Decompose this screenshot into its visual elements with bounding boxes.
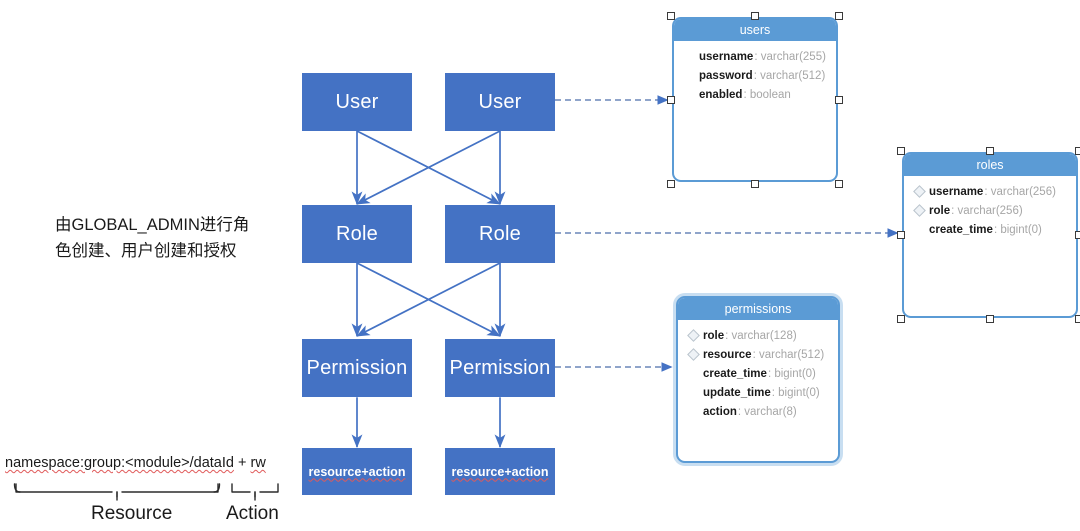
flow-node-resource-action-right[interactable]: resource+action <box>445 448 555 495</box>
selection-handle-n[interactable] <box>986 147 994 155</box>
db-field-type: : bigint(0) <box>993 223 1042 236</box>
db-field-name: role <box>929 204 951 217</box>
selection-handle-s[interactable] <box>751 180 759 188</box>
flow-node-label: resource+action <box>451 464 549 479</box>
brace-label-resource: Resource <box>91 503 173 524</box>
primary-key-icon <box>687 329 700 342</box>
db-field-name: username <box>929 185 984 198</box>
db-field-type: : varchar(8) <box>737 405 797 418</box>
db-table-permissions[interactable]: permissions role : varchar(128) resource… <box>676 296 840 463</box>
selection-handle-w[interactable] <box>897 231 905 239</box>
db-table-frame: permissions role : varchar(128) resource… <box>676 296 840 463</box>
db-field-name: resource <box>703 348 752 361</box>
db-field-type: : varchar(256) <box>984 185 1056 198</box>
flow-node-label: Role <box>479 222 521 245</box>
flow-node-label: User <box>335 90 379 113</box>
flow-node-label: resource+action <box>308 464 406 479</box>
db-field-type: : bigint(0) <box>767 367 816 380</box>
db-field-name: update_time <box>703 386 771 399</box>
db-table-frame: roles username : varchar(256) role : var… <box>902 152 1078 318</box>
db-field-row: resource : varchar(512) <box>678 345 838 364</box>
primary-key-icon <box>687 348 700 361</box>
selection-handle-sw[interactable] <box>897 315 905 323</box>
db-field-row: action : varchar(8) <box>678 402 838 421</box>
expression-action-part: rw <box>250 455 266 471</box>
selection-handle-ne[interactable] <box>835 12 843 20</box>
db-field-type: : varchar(512) <box>752 348 825 361</box>
selection-handle-s[interactable] <box>986 315 994 323</box>
db-field-name: role <box>703 329 725 342</box>
db-field-type: : varchar(128) <box>725 329 797 342</box>
db-field-row: create_time : bigint(0) <box>678 364 838 383</box>
db-field-type: : boolean <box>743 88 791 101</box>
db-field-row: password : varchar(512) <box>674 66 836 85</box>
db-table-fields: username : varchar(256) role : varchar(2… <box>904 176 1076 239</box>
flow-node-label: Role <box>336 222 378 245</box>
db-field-name: password <box>699 69 753 82</box>
selection-handle-w[interactable] <box>667 96 675 104</box>
flow-node-label: User <box>478 90 522 113</box>
db-field-row: create_time : bigint(0) <box>904 220 1076 239</box>
db-field-type: : bigint(0) <box>771 386 820 399</box>
flow-node-permission-right[interactable]: Permission <box>445 339 555 397</box>
db-table-title: roles <box>904 154 1076 176</box>
db-field-type: : varchar(256) <box>951 204 1023 217</box>
db-table-users[interactable]: users username : varchar(255) password :… <box>667 12 843 188</box>
db-field-row: username : varchar(256) <box>904 182 1076 201</box>
selection-handle-e[interactable] <box>835 96 843 104</box>
flow-node-label: Permission <box>449 356 551 379</box>
db-field-name: create_time <box>929 223 993 236</box>
diagram-canvas: User User Role Role Permission Permissio… <box>0 0 1080 531</box>
db-table-frame: users username : varchar(255) password :… <box>672 17 838 182</box>
brace-label-action: Action <box>226 503 279 524</box>
db-field-name: username <box>699 50 754 63</box>
primary-key-icon <box>913 185 926 198</box>
db-field-type: : varchar(512) <box>753 69 826 82</box>
selection-handle-se[interactable] <box>835 180 843 188</box>
flow-node-user-right[interactable]: User <box>445 73 555 131</box>
db-field-row: enabled : boolean <box>674 85 836 104</box>
db-field-type: : varchar(255) <box>754 50 826 63</box>
permission-expression: namespace:group:<module>/dataId + rw <box>5 455 266 471</box>
selection-handle-nw[interactable] <box>897 147 905 155</box>
selection-handle-e[interactable] <box>1075 231 1080 239</box>
db-field-row: role : varchar(128) <box>678 326 838 345</box>
db-field-row: update_time : bigint(0) <box>678 383 838 402</box>
admin-note-text: 由GLOBAL_ADMIN进行角 色创建、用户创建和授权 <box>55 216 250 260</box>
flow-node-user-left[interactable]: User <box>302 73 412 131</box>
db-table-fields: username : varchar(255) password : varch… <box>674 41 836 104</box>
db-field-row: role : varchar(256) <box>904 201 1076 220</box>
primary-key-icon <box>913 204 926 217</box>
selection-handle-nw[interactable] <box>667 12 675 20</box>
expression-resource-part: namespace:group:<module>/dataId <box>5 455 234 471</box>
db-field-name: action <box>703 405 737 418</box>
flow-node-permission-left[interactable]: Permission <box>302 339 412 397</box>
db-field-name: create_time <box>703 367 767 380</box>
db-table-roles[interactable]: roles username : varchar(256) role : var… <box>897 147 1080 323</box>
db-field-row: username : varchar(255) <box>674 47 836 66</box>
flow-node-label: Permission <box>306 356 408 379</box>
selection-handle-ne[interactable] <box>1075 147 1080 155</box>
selection-handle-sw[interactable] <box>667 180 675 188</box>
selection-handle-se[interactable] <box>1075 315 1080 323</box>
selection-handle-n[interactable] <box>751 12 759 20</box>
db-table-fields: role : varchar(128) resource : varchar(5… <box>678 320 838 421</box>
db-field-name: enabled <box>699 88 743 101</box>
db-table-title: users <box>674 19 836 41</box>
db-table-title: permissions <box>678 298 838 320</box>
flow-node-role-left[interactable]: Role <box>302 205 412 263</box>
flow-node-resource-action-left[interactable]: resource+action <box>302 448 412 495</box>
expression-plus: + <box>233 455 251 471</box>
flow-node-role-right[interactable]: Role <box>445 205 555 263</box>
